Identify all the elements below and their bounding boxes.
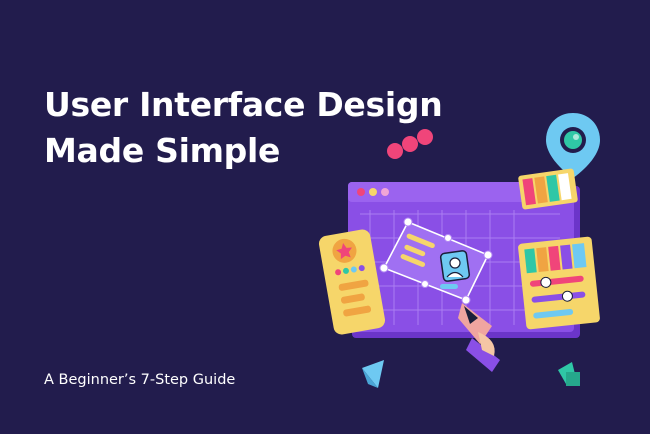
teal-block-decoration — [558, 362, 580, 386]
settings-card — [518, 236, 600, 330]
ui-design-illustration — [318, 113, 600, 388]
user-avatar-icon — [439, 250, 471, 282]
map-pin-icon — [546, 113, 600, 178]
pink-dots-decoration — [387, 129, 433, 159]
blue-gem-decoration — [362, 360, 384, 388]
